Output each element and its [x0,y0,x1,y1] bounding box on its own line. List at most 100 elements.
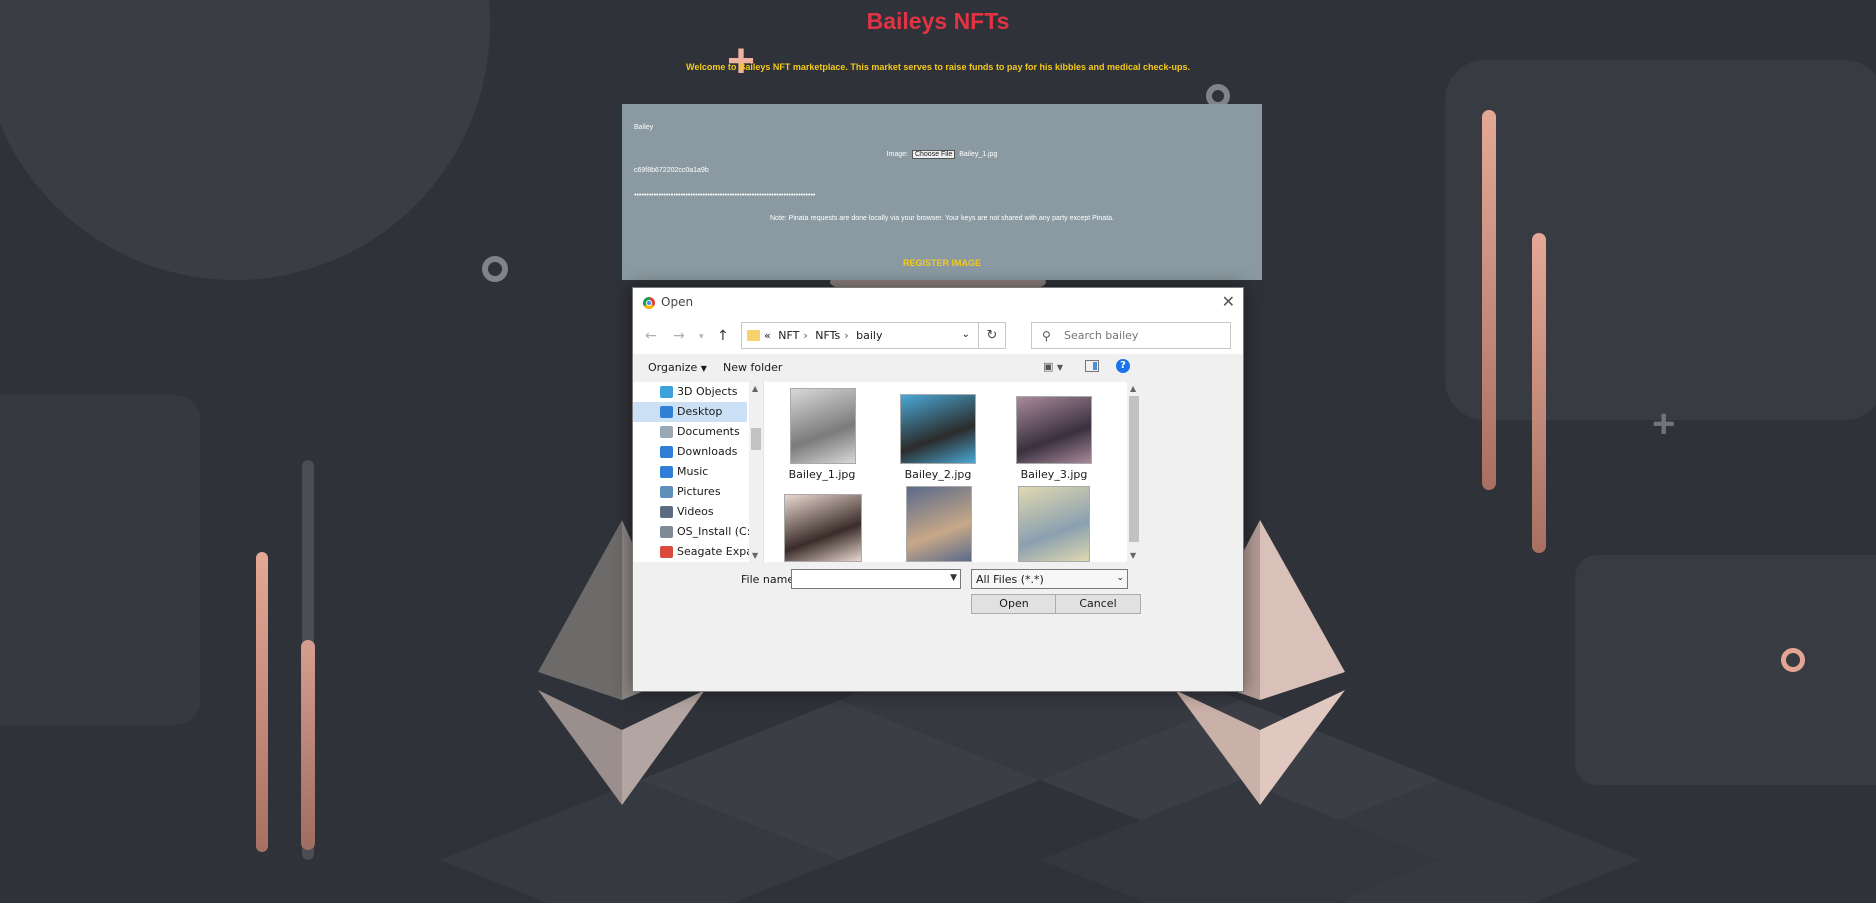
navigation-pane: 3D Objects Desktop Documents Downloads Music… [633,382,749,562]
background-ring [482,256,508,282]
up-arrow-icon[interactable]: ↑ [717,328,729,344]
address-bar[interactable]: « NFT › NFTs › baily ⌄ [741,322,979,349]
documents-icon [660,426,673,438]
sidebar-item[interactable]: Downloads [633,442,749,462]
background-bar [1482,110,1496,490]
open-button[interactable]: Open [971,594,1057,614]
desktop-icon [660,406,673,418]
image-thumbnail[interactable] [790,388,856,464]
site-title: Baileys NFTs [866,8,1010,34]
file-name-input[interactable] [796,572,940,587]
sidebar-item-label: Videos [677,505,714,518]
sidebar-item[interactable]: Videos [633,502,749,522]
breadcrumb-prefix: « [764,329,771,342]
cancel-button[interactable]: Cancel [1055,594,1141,614]
breadcrumb: « NFT › NFTs › baily [764,329,887,342]
scrollbar-thumb[interactable] [751,428,761,450]
chevron-down-icon: ⌄ [1116,573,1124,583]
help-icon[interactable]: ? [1116,359,1130,373]
downloads-icon [660,446,673,458]
dialog-title: Open [661,295,694,309]
secret-key-field[interactable]: ••••••••••••••••••••••••••••••••••••••••… [634,192,815,199]
breadcrumb-item[interactable]: NFT [778,329,799,342]
image-label: Image: [886,151,908,158]
file-name: Bailey_1.jpg [788,468,856,481]
image-thumbnail[interactable] [1016,396,1092,464]
dialog-titlebar: Open ✕ [633,288,1243,318]
music-icon [660,466,673,478]
file-type-select[interactable]: All Files (*.*) ⌄ [971,569,1128,589]
breadcrumb-item[interactable]: NFTs [815,329,840,342]
chevron-down-icon[interactable]: ▼ [950,573,957,583]
scroll-down-icon[interactable]: ▼ [1130,551,1136,560]
sidebar-item[interactable]: Desktop [633,402,747,422]
forward-arrow-icon[interactable]: → [673,328,685,344]
chevron-down-icon: ▼ [700,364,707,373]
refresh-icon[interactable]: ↻ [979,322,1006,349]
preview-pane-icon[interactable] [1085,360,1099,372]
sidebar-item[interactable]: OS_Install (C:) [633,522,749,542]
scroll-up-icon[interactable]: ▲ [1130,384,1136,393]
image-thumbnail[interactable] [1018,486,1090,562]
recent-locations-chevron-icon[interactable]: ▾ [699,332,704,342]
breadcrumb-separator-icon: › [803,329,808,342]
file-list: Bailey_1.jpg Bailey_2.jpg Bailey_3.jpg [763,382,1128,562]
dialog-toolbar: Organize ▼ New folder ▣ ▼ ? [633,354,1243,382]
scrollbar-thumb[interactable] [1129,396,1139,542]
organize-label: Organize [648,361,698,374]
folder-icon [747,330,760,341]
sidebar-item-label: Desktop [677,405,723,418]
image-thumbnail[interactable] [900,394,976,464]
welcome-text: Welcome to Baileys NFT marketplace. This… [685,62,1190,72]
name-field[interactable]: Bailey [634,124,653,131]
drive-icon [660,526,673,538]
sidebar-item[interactable]: Seagate Expansi [633,542,749,562]
register-image-button[interactable]: REGISTER IMAGE [622,258,1262,268]
background-plus-icon: + [1652,402,1676,446]
file-name-label: File name: [741,573,798,586]
image-thumbnail[interactable] [784,494,862,562]
register-form: Bailey Image: Choose File Bailey_1.jpg c… [622,104,1262,280]
search-box[interactable]: ⚲ [1031,322,1231,349]
chevron-down-icon[interactable]: ⌄ [962,329,970,340]
pinata-note: Note: Pinata requests are done locally v… [770,215,1114,222]
file-name: Bailey_3.jpg [1020,468,1088,481]
sidebar-item[interactable]: Music [633,462,749,482]
sidebar-item[interactable]: Pictures [633,482,749,502]
scroll-up-icon[interactable]: ▲ [752,384,758,393]
sidebar-item-label: OS_Install (C:) [677,525,749,538]
new-folder-button[interactable]: New folder [723,361,782,374]
change-view-icon[interactable]: ▣ ▼ [1043,360,1063,373]
file-type-value: All Files (*.*) [976,573,1044,586]
sidebar-item[interactable]: Documents [633,422,749,442]
navigation-scrollbar[interactable]: ▲ ▼ [749,382,763,562]
organize-button[interactable]: Organize ▼ [648,361,707,374]
navigation-bar: ← → ▾ ↑ « NFT › NFTs › baily ⌄ ↻ ⚲ [633,318,1243,354]
background-bar [1532,233,1546,553]
close-icon[interactable]: ✕ [1222,292,1235,311]
breadcrumb-separator-icon: › [844,329,849,342]
sidebar-item-label: Seagate Expansi [677,545,749,558]
breadcrumb-item[interactable]: baily [856,329,882,342]
open-file-dialog: Open ✕ ← → ▾ ↑ « NFT › NFTs › baily ⌄ ↻ ⚲ … [632,287,1244,692]
external-drive-icon [660,546,673,558]
api-key-field[interactable]: c69f8b672202cc0a1a9b [634,167,709,174]
sidebar-item-label: Pictures [677,485,721,498]
back-arrow-icon[interactable]: ← [645,328,657,344]
scroll-down-icon[interactable]: ▼ [752,551,758,560]
videos-icon [660,506,673,518]
file-list-scrollbar[interactable]: ▲ ▼ [1127,382,1141,562]
search-icon: ⚲ [1042,329,1051,343]
sidebar-item-label: 3D Objects [677,385,738,398]
image-row: Image: Choose File Bailey_1.jpg [622,150,1262,159]
background-bar [301,640,315,850]
image-thumbnail[interactable] [906,486,972,562]
sidebar-item[interactable]: 3D Objects [633,382,749,402]
background-bar [256,552,268,852]
choose-file-button[interactable]: Choose File [911,150,956,159]
chosen-file-name: Bailey_1.jpg [959,151,998,158]
search-input[interactable] [1062,328,1226,343]
sidebar-item-label: Music [677,465,709,478]
3d-objects-icon [660,386,673,398]
file-name-combobox[interactable]: ▼ [791,569,961,589]
